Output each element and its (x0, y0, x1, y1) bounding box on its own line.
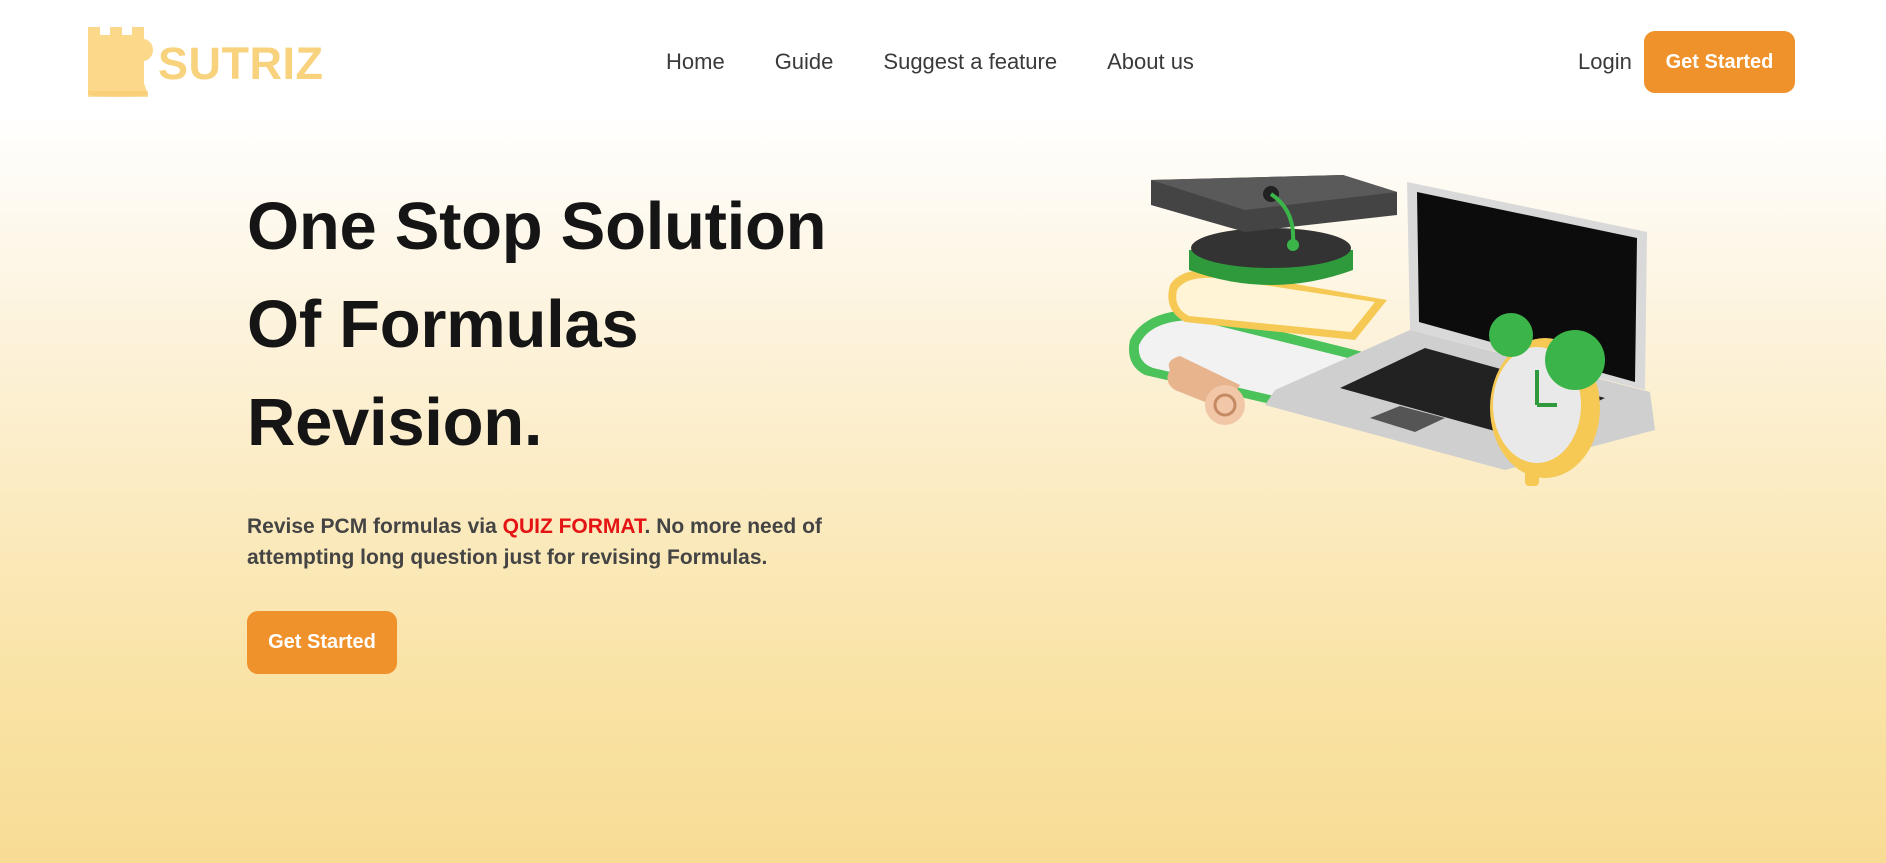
education-illustration-icon (1129, 175, 1655, 486)
nav-home[interactable]: Home (666, 44, 725, 80)
nav-about-us[interactable]: About us (1107, 44, 1194, 80)
hero-title-line-3: Revision. (247, 385, 543, 460)
hero-description: Revise PCM formulas via QUIZ FORMAT. No … (247, 511, 887, 573)
login-link[interactable]: Login (1578, 44, 1632, 80)
main-nav: Home Guide Suggest a feature About us (666, 44, 1194, 80)
hero-title-line-1: One Stop Solution (247, 189, 827, 264)
hero-title: One Stop Solution Of Formulas Revision. (247, 178, 947, 472)
hero-title-line-2: Of Formulas (247, 287, 639, 362)
site-header: SUTRIZ Home Guide Suggest a feature Abou… (0, 0, 1886, 124)
quiz-format-highlight: QUIZ FORMAT (502, 515, 645, 538)
brand-logo[interactable]: SUTRIZ (86, 25, 324, 99)
nav-suggest-feature[interactable]: Suggest a feature (883, 44, 1057, 80)
hero-get-started-button[interactable]: Get Started (247, 611, 397, 674)
castle-logo-icon (88, 27, 153, 97)
hero-description-before: Revise PCM formulas via (247, 515, 503, 538)
header-get-started-button[interactable]: Get Started (1644, 31, 1795, 93)
nav-guide[interactable]: Guide (775, 44, 834, 80)
brand-name: SUTRIZ (158, 38, 324, 89)
